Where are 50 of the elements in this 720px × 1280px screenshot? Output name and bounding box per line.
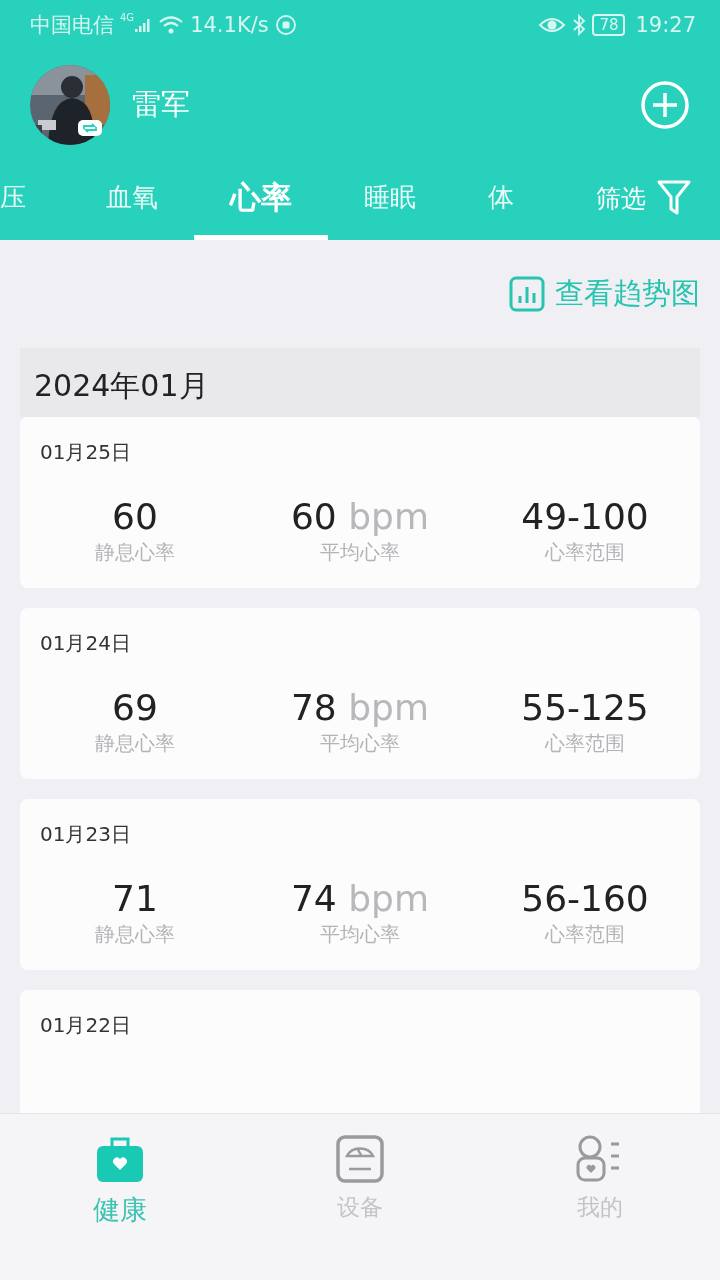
tab[interactable]: 心率: [194, 160, 328, 240]
add-icon[interactable]: [640, 80, 690, 130]
eye-icon: [538, 15, 567, 35]
stat-label: 静息心率: [95, 539, 175, 566]
heart-rate-card[interactable]: 01月22日: [20, 990, 700, 1113]
filter-icon: [656, 179, 692, 217]
average-heart-rate-value: 78 bpm: [290, 687, 429, 728]
tab[interactable]: 血氧: [70, 160, 194, 240]
average-heart-rate-value: 74 bpm: [290, 878, 429, 919]
network-speed-text: 14.1K/s: [190, 13, 269, 37]
stat-label: 心率范围: [545, 730, 625, 757]
resting-heart-rate-value: 69: [112, 687, 158, 728]
date-text: 01月22日: [40, 1012, 131, 1039]
clock-text: 19:27: [635, 13, 696, 37]
sync-badge-icon: [78, 120, 102, 136]
tab[interactable]: 睡眠: [328, 160, 452, 240]
trend-chart-link[interactable]: 查看趋势图: [509, 274, 700, 314]
bar-chart-icon: [509, 276, 545, 312]
resting-heart-rate-value: 60: [112, 496, 158, 537]
heart-rate-range-value: 55-125: [521, 687, 649, 728]
stat-label: 静息心率: [95, 730, 175, 757]
date-text: 01月23日: [40, 821, 131, 848]
tab[interactable]: 体: [452, 160, 550, 240]
signal-icon: [134, 17, 153, 33]
network-type-text: 4G: [120, 12, 135, 23]
scale-icon: [335, 1134, 385, 1184]
bluetooth-icon: [572, 14, 587, 36]
tab[interactable]: 压: [0, 160, 70, 240]
heart-rate-range-value: 56-160: [521, 878, 649, 919]
wifi-icon: [158, 15, 185, 35]
stat-label: 平均心率: [320, 921, 400, 948]
stat-label: 平均心率: [320, 539, 400, 566]
battery-level: 78: [592, 14, 626, 36]
average-heart-rate-value: 60 bpm: [290, 496, 429, 537]
date-text: 01月25日: [40, 439, 131, 466]
nav-tab[interactable]: 健康: [60, 1134, 180, 1228]
stat-label: 心率范围: [545, 539, 625, 566]
stat-label: 静息心率: [95, 921, 175, 948]
record-icon: [274, 14, 297, 36]
stat-label: 心率范围: [545, 921, 625, 948]
carrier-text: 中国电信: [30, 12, 114, 39]
user-name: 雷军: [132, 86, 190, 123]
heart-rate-card[interactable]: 01月25日 60 静息心率 60 bpm 平均心率 49-100 心率范围: [20, 417, 700, 588]
date-text: 01月24日: [40, 630, 131, 657]
heart-rate-card[interactable]: 01月24日 69 静息心率 78 bpm 平均心率 55-125 心率范围: [20, 608, 700, 779]
month-heading: 2024年01月: [34, 368, 209, 403]
heart-rate-range-value: 49-100: [521, 496, 649, 537]
heart-rate-card[interactable]: 01月23日 71 静息心率 74 bpm 平均心率 56-160 心率范围: [20, 799, 700, 970]
stat-label: 平均心率: [320, 730, 400, 757]
resting-heart-rate-value: 71: [112, 878, 158, 919]
